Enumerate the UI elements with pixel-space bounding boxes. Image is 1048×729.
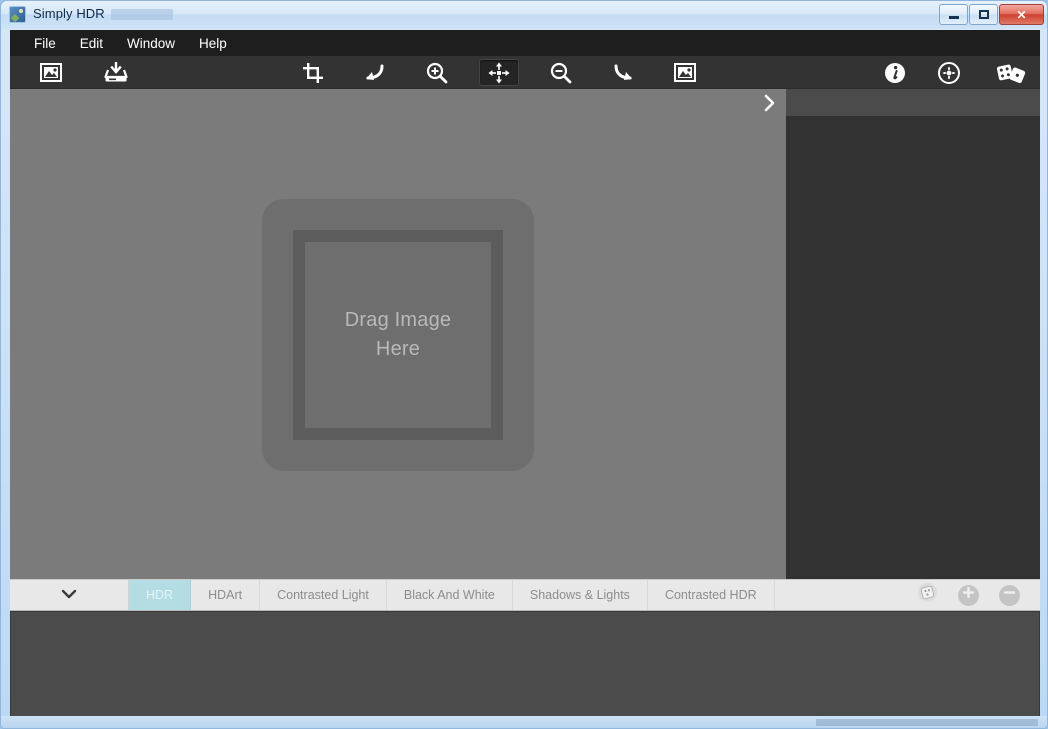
save-image-icon xyxy=(104,62,128,83)
remove-preset-button[interactable] xyxy=(999,584,1020,606)
add-preset-icon xyxy=(962,586,975,604)
window-title: Simply HDR xyxy=(33,6,105,21)
application-window: Simply HDR ✕ File Edit Window Help Drag … xyxy=(0,0,1048,729)
move-icon xyxy=(488,62,510,84)
chevron-down-icon xyxy=(61,586,77,604)
preset-tab-shadows-and-lights[interactable]: Shadows & Lights xyxy=(513,580,648,610)
chevron-right-icon xyxy=(764,94,775,117)
crop-tool-button[interactable] xyxy=(293,59,333,86)
save-image-button[interactable] xyxy=(96,59,136,86)
redo-icon xyxy=(613,63,635,83)
window-controls: ✕ xyxy=(939,4,1044,25)
open-image-button[interactable] xyxy=(31,59,71,86)
info-icon xyxy=(884,62,906,84)
fit-image-icon xyxy=(674,63,696,82)
image-dropzone[interactable]: Drag Image Here xyxy=(262,199,534,471)
minimize-icon xyxy=(948,16,959,19)
open-image-icon xyxy=(40,63,62,82)
menu-item-help[interactable]: Help xyxy=(187,33,239,54)
window-bottom-edge xyxy=(1,716,1047,728)
thumbnail-filmstrip[interactable] xyxy=(10,611,1040,717)
zoom-in-button[interactable] xyxy=(417,59,457,86)
adjustments-panel-header xyxy=(786,89,1040,116)
panel-collapse-button[interactable] xyxy=(758,94,780,116)
dropzone-label-line1: Drag Image xyxy=(344,309,452,331)
preset-tab-hdr[interactable]: HDR xyxy=(129,580,192,610)
info-button[interactable] xyxy=(875,59,915,86)
maximize-icon xyxy=(978,10,989,19)
menu-item-file[interactable]: File xyxy=(22,33,68,54)
undo-button[interactable] xyxy=(354,59,394,86)
remove-preset-icon xyxy=(1003,586,1016,604)
undo-icon xyxy=(363,63,385,83)
dropzone-frame: Drag Image Here xyxy=(293,230,503,440)
preset-tab-hdart[interactable]: HDArt xyxy=(191,580,261,610)
move-tool-button[interactable] xyxy=(479,59,519,86)
settings-button[interactable] xyxy=(929,59,969,86)
bottom-artifact xyxy=(816,719,1038,726)
presets-dice-icon xyxy=(995,62,1027,84)
random-preset-icon xyxy=(917,582,938,608)
preset-bar-spacer xyxy=(775,580,917,610)
close-button[interactable]: ✕ xyxy=(999,4,1044,25)
settings-icon xyxy=(938,61,960,84)
minimize-button[interactable] xyxy=(939,4,968,25)
add-preset-button[interactable] xyxy=(958,584,979,606)
dropzone-inner: Drag Image Here xyxy=(305,242,491,428)
fit-image-button[interactable] xyxy=(665,59,705,86)
dropzone-label: Drag Image Here xyxy=(345,306,452,364)
preset-tab-contrasted-hdr[interactable]: Contrasted HDR xyxy=(648,580,775,610)
title-bar: Simply HDR ✕ xyxy=(1,1,1047,29)
presets-button[interactable] xyxy=(988,59,1034,86)
dropzone-label-line2: Here xyxy=(375,338,421,360)
preset-tab-contrasted-light[interactable]: Contrasted Light xyxy=(260,580,387,610)
title-artifact xyxy=(111,9,173,20)
menu-item-edit[interactable]: Edit xyxy=(68,33,115,54)
app-photo-icon xyxy=(9,6,26,23)
zoom-out-icon xyxy=(550,62,572,84)
redo-button[interactable] xyxy=(604,59,644,86)
zoom-out-button[interactable] xyxy=(541,59,581,86)
preset-tab-black-and-white[interactable]: Black And White xyxy=(387,580,513,610)
random-preset-button[interactable] xyxy=(917,582,938,608)
preset-bar: HDR HDArt Contrasted Light Black And Whi… xyxy=(10,579,1040,611)
close-icon: ✕ xyxy=(1016,7,1027,22)
adjustments-panel xyxy=(786,89,1040,579)
preset-actions xyxy=(917,580,1040,610)
image-canvas[interactable]: Drag Image Here xyxy=(10,89,786,579)
menu-item-window[interactable]: Window xyxy=(115,33,187,54)
menu-bar: File Edit Window Help xyxy=(10,30,1040,56)
main-toolbar xyxy=(10,56,1040,89)
preset-dropdown-button[interactable] xyxy=(10,580,129,610)
zoom-in-icon xyxy=(426,62,448,84)
maximize-button[interactable] xyxy=(969,4,998,25)
crop-icon xyxy=(303,62,323,83)
